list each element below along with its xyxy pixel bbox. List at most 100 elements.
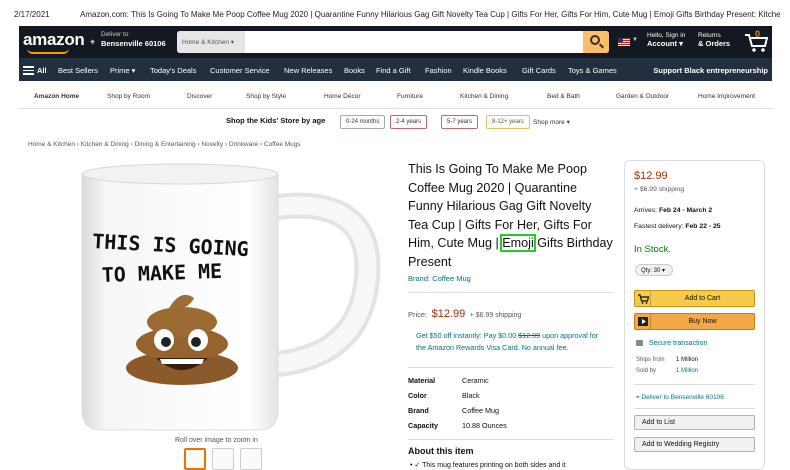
subnav-garden-outdoor[interactable]: Garden & Outdoor <box>616 93 669 100</box>
product-title: This Is Going To Make Me Poop Coffee Mug… <box>408 160 613 272</box>
shop-more-link[interactable]: Shop more ▾ <box>533 118 570 126</box>
fastest-label: Fastest delivery: <box>634 223 684 230</box>
account-greeting: Hello, Sign in <box>647 32 686 39</box>
add-to-wedding-registry-button[interactable]: Add to Wedding Registry <box>634 437 755 452</box>
about-bullet: • ✓ This mug features printing on both s… <box>410 462 566 469</box>
product-shipping: + $6.99 shipping <box>469 312 522 319</box>
spec-value: Coffee Mug <box>462 406 500 415</box>
cart-button[interactable]: 0 <box>743 29 769 53</box>
play-icon <box>635 314 651 329</box>
thumbnail-3[interactable] <box>240 448 262 470</box>
search-bar: Home & Kitchen ▾ <box>177 31 609 53</box>
subnav-home-improvement[interactable]: Home Improvement <box>698 93 755 100</box>
age-chip-8-12-years[interactable]: 8-12+ years <box>486 115 530 129</box>
breadcrumb[interactable]: Home & Kitchen › Kitchen & Dining › Dini… <box>28 141 301 148</box>
add-to-list-button[interactable]: Add to List <box>634 415 755 430</box>
product-image[interactable]: THIS IS GOING TO MAKE ME <box>72 160 392 435</box>
sold-by-label: Sold by <box>636 368 657 374</box>
us-flag-icon[interactable] <box>618 38 630 46</box>
deliver-location: Bensenville 60106 <box>101 39 166 48</box>
ships-from-label: Ships from <box>636 357 665 363</box>
subnav-kitchen-dining[interactable]: Kitchen & Dining <box>460 93 508 100</box>
account-label: Account ▾ <box>647 39 683 48</box>
stock-status: In Stock. <box>634 244 671 255</box>
nav-item-customer-service[interactable]: Customer Service <box>210 66 270 75</box>
location-pin-icon: ⌖ <box>90 37 96 47</box>
mug-text-line2: TO MAKE ME <box>101 259 222 287</box>
nav-item-new-releases[interactable]: New Releases <box>284 66 332 75</box>
nav-item-fashion[interactable]: Fashion <box>425 66 452 75</box>
spec-key: Brand <box>408 406 429 415</box>
age-chip-0-24-months[interactable]: 0-24 months <box>340 115 386 129</box>
subnav-bed-bath[interactable]: Bed & Bath <box>547 93 580 100</box>
thumbnail-1[interactable] <box>184 448 206 470</box>
divider <box>408 292 613 293</box>
store-subnav: Amazon Home Shop by Room Discover Shop b… <box>19 81 772 109</box>
search-icon <box>590 35 600 45</box>
amazon-logo[interactable]: amazon <box>23 30 85 50</box>
nav-item-toys-games[interactable]: Toys & Games <box>568 66 617 75</box>
search-button[interactable] <box>583 31 609 53</box>
nav-item-best-sellers[interactable]: Best Sellers <box>58 66 98 75</box>
subnav-shop-by-style[interactable]: Shop by Style <box>246 93 286 100</box>
quantity-select[interactable]: Qty: 30 ▾ <box>635 264 673 276</box>
subnav-home-decor[interactable]: Home Décor <box>324 93 360 100</box>
divider <box>634 384 755 385</box>
credit-card-promo[interactable]: Get $50 off instantly: Pay $0.00 $12.99 … <box>416 330 602 353</box>
sold-by-value[interactable]: 1 Million <box>676 368 698 374</box>
buybox-shipping: + $6.99 shipping <box>634 186 685 193</box>
buy-now-label: Buy Now <box>688 318 717 325</box>
secure-transaction-link[interactable]: Secure transaction <box>636 340 707 347</box>
nav-main: All Best Sellers Prime ▾ Today's Deals C… <box>19 58 772 81</box>
nav-item-kindle-books[interactable]: Kindle Books <box>463 66 507 75</box>
cart-icon <box>635 291 651 306</box>
search-category-select[interactable]: Home & Kitchen ▾ <box>177 31 245 53</box>
divider <box>408 367 613 368</box>
promo-text-a: Get $50 off instantly: Pay $0.00 <box>416 331 519 340</box>
spec-key: Capacity <box>408 421 438 430</box>
arrival-date: Arrives: Feb 24 - March 2 <box>634 207 712 214</box>
ships-from-value: 1 Million <box>676 357 699 363</box>
add-to-cart-button[interactable]: Add to Cart <box>634 290 755 307</box>
account-menu[interactable]: Hello, Sign in Account ▾ <box>647 32 685 48</box>
add-to-cart-label: Add to Cart <box>684 295 721 302</box>
nav-item-todays-deals[interactable]: Today's Deals <box>150 66 196 75</box>
price-line: Price: $12.99 + $6.99 shipping <box>408 304 521 322</box>
orders-label: & Orders <box>698 39 731 48</box>
deliver-to-link[interactable]: ⌖ Deliver to Bensenville 60106 <box>636 394 724 402</box>
brand-link[interactable]: Brand: Coffee Mug <box>408 274 471 283</box>
spec-key: Color <box>408 391 427 400</box>
returns-orders-link[interactable]: Returns & Orders <box>698 32 730 48</box>
subnav-discover[interactable]: Discover <box>187 93 212 100</box>
chevron-down-icon: ▼ <box>632 37 638 43</box>
hamburger-menu-icon[interactable] <box>23 66 34 75</box>
secure-label: Secure transaction <box>649 340 708 347</box>
subnav-amazon-home[interactable]: Amazon Home <box>34 93 79 100</box>
nav-item-gift-cards[interactable]: Gift Cards <box>522 66 556 75</box>
spec-value: Ceramic <box>462 376 489 385</box>
lock-icon <box>636 340 643 346</box>
nav-promo-link[interactable]: Support Black entrepreneurship <box>653 66 768 75</box>
zoom-hint: Roll over image to zoom in <box>175 437 258 444</box>
promo-strike-price: $12.99 <box>518 331 541 340</box>
nav-all[interactable]: All <box>37 66 47 75</box>
age-chip-2-4-years[interactable]: 2-4 years <box>390 115 428 129</box>
divider <box>634 408 755 409</box>
buybox-price: $12.99 <box>634 170 668 182</box>
fastest-value: Feb 22 - 25 <box>685 223 721 230</box>
arrives-value: Feb 24 - March 2 <box>658 207 713 214</box>
nav-belt: amazon ⌖ Deliver to Bensenville 60106 Ho… <box>19 26 772 58</box>
buy-now-button[interactable]: Buy Now <box>634 313 755 330</box>
nav-item-find-a-gift[interactable]: Find a Gift <box>376 66 411 75</box>
subnav-shop-by-room[interactable]: Shop by Room <box>107 93 150 100</box>
arrives-label: Arrives: <box>634 207 658 214</box>
sold-by-row: Sold by 1 Million <box>636 368 698 379</box>
print-date: 2/17/2021 <box>14 10 50 19</box>
thumbnail-2[interactable] <box>212 448 234 470</box>
age-chip-5-7-years[interactable]: 5-7 years <box>441 115 479 129</box>
nav-item-prime[interactable]: Prime ▾ <box>110 66 135 75</box>
price-label: Price: <box>408 310 428 319</box>
subnav-furniture[interactable]: Furniture <box>397 93 423 100</box>
print-header: 2/17/2021 Amazon.com: This Is Going To M… <box>0 0 790 22</box>
nav-item-books[interactable]: Books <box>344 66 365 75</box>
